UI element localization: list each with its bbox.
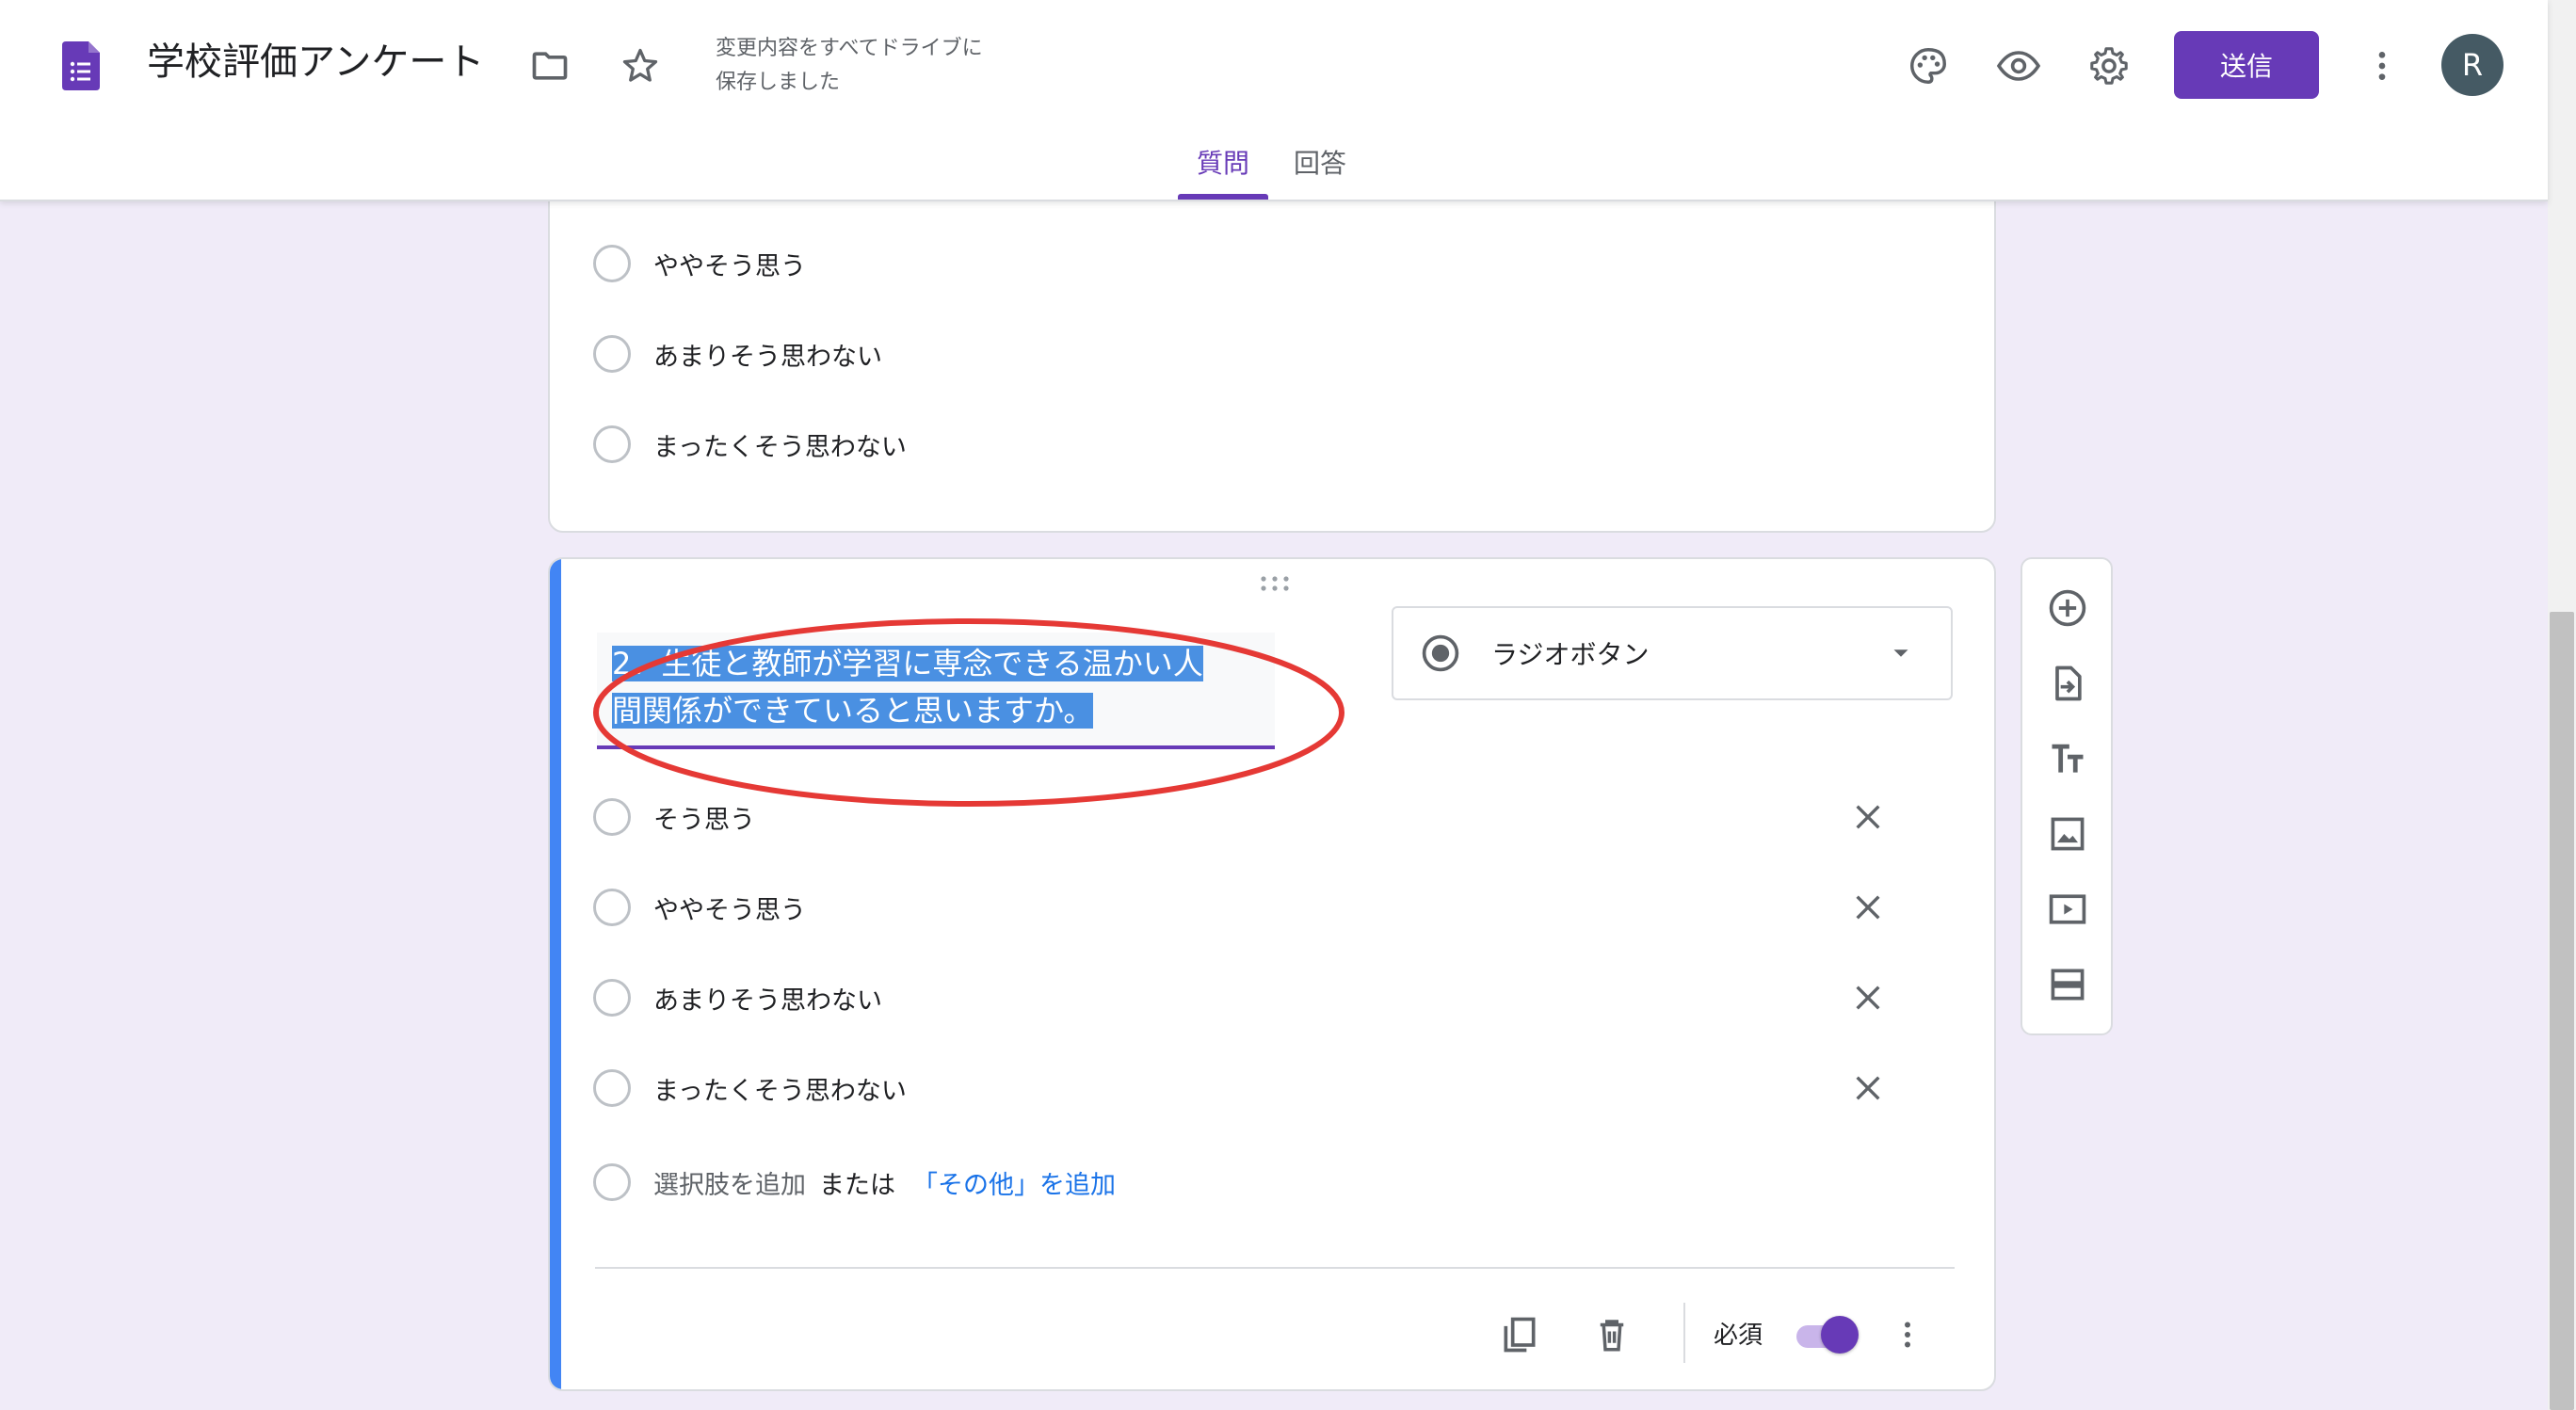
add-option-button[interactable]: 選択肢を追加	[653, 1164, 806, 1201]
add-option-row: 選択肢を追加 または 「その他」を追加	[593, 1162, 1116, 1203]
required-toggle[interactable]	[1791, 1316, 1859, 1354]
toggle-knob	[1821, 1316, 1859, 1354]
option-row: そう思う	[593, 796, 1953, 838]
option-row: ややそう思う	[593, 887, 1953, 928]
palette-icon[interactable]	[1902, 40, 1955, 92]
option-label[interactable]: あまりそう思わない	[653, 980, 882, 1017]
remove-option-icon[interactable]	[1847, 796, 1889, 838]
radio-button	[593, 798, 631, 836]
required-label: 必須	[1714, 1322, 1763, 1350]
star-icon[interactable]	[614, 40, 667, 92]
side-toolbar	[2021, 557, 2113, 1035]
remove-option-icon[interactable]	[1847, 1067, 1889, 1109]
option-label: まったくそう思わない	[653, 432, 907, 462]
active-card-indicator	[550, 559, 561, 1389]
app-header: 学校評価アンケート 変更内容をすべてドライブに 保存しました 送信 R 質問 回…	[0, 0, 2548, 201]
radio-button[interactable]	[593, 245, 631, 282]
option-label: ややそう思う	[653, 251, 806, 281]
title-text-icon[interactable]	[2041, 732, 2094, 785]
option-row: あまりそう思わない	[593, 977, 1953, 1018]
scrollbar-thumb[interactable]	[2550, 612, 2574, 1410]
radio-button[interactable]	[593, 425, 631, 463]
question-type-select[interactable]: ラジオボタン	[1392, 606, 1953, 700]
active-question-card[interactable]: 2．生徒と教師が学習に専念できる温かい人 間関係ができていると思いますか。 ラジ…	[548, 557, 1996, 1391]
radio-button	[593, 1069, 631, 1107]
save-status-line1: 変更内容をすべてドライブに	[716, 37, 983, 60]
option-label[interactable]: まったくそう思わない	[653, 1070, 907, 1107]
radio-button	[593, 1163, 631, 1201]
import-icon[interactable]	[2041, 657, 2094, 710]
send-button[interactable]: 送信	[2174, 31, 2319, 99]
remove-option-icon[interactable]	[1847, 977, 1889, 1018]
tab-indicator	[1178, 194, 1268, 200]
option-row: まったくそう思わない	[593, 424, 907, 465]
option-row: あまりそう思わない	[593, 333, 882, 375]
card-more-icon[interactable]	[1881, 1308, 1934, 1361]
drag-handle-icon[interactable]	[1258, 574, 1292, 593]
folder-icon[interactable]	[523, 40, 576, 92]
radio-button	[593, 889, 631, 926]
option-label[interactable]: そう思う	[653, 799, 755, 836]
question-title-text[interactable]: 2．生徒と教師が学習に専念できる温かい人 間関係ができていると思いますか。	[612, 640, 1252, 734]
or-label: または	[819, 1170, 895, 1200]
section-icon[interactable]	[2041, 958, 2094, 1011]
remove-option-icon[interactable]	[1847, 887, 1889, 928]
tab-questions[interactable]: 質問	[1197, 145, 1249, 183]
duplicate-icon[interactable]	[1493, 1308, 1546, 1361]
radio-button	[593, 979, 631, 1017]
image-icon[interactable]	[2041, 808, 2094, 860]
option-label: あまりそう思わない	[653, 342, 882, 372]
question-title-input[interactable]: 2．生徒と教師が学習に専念できる温かい人 間関係ができていると思いますか。	[593, 618, 1344, 807]
save-status: 変更内容をすべてドライブに 保存しました	[716, 32, 1036, 100]
add-other-link[interactable]: 「その他」を追加	[912, 1164, 1116, 1201]
form-title[interactable]: 学校評価アンケート	[147, 34, 484, 90]
card-divider	[595, 1267, 1955, 1269]
radio-type-icon	[1422, 634, 1459, 672]
option-row: まったくそう思わない	[593, 1067, 1953, 1109]
more-icon[interactable]	[2356, 40, 2408, 92]
question-title-line2: 間関係ができていると思いますか。	[612, 693, 1094, 729]
settings-icon[interactable]	[2083, 40, 2135, 92]
question-type-label: ラジオボタン	[1491, 639, 1650, 670]
preview-icon[interactable]	[1992, 40, 2045, 92]
forms-logo-icon[interactable]	[62, 41, 100, 90]
footer-divider	[1683, 1303, 1685, 1363]
radio-button[interactable]	[593, 335, 631, 373]
add-question-icon[interactable]	[2041, 582, 2094, 634]
tab-responses[interactable]: 回答	[1294, 145, 1346, 183]
avatar[interactable]: R	[2441, 34, 2504, 96]
delete-icon[interactable]	[1586, 1308, 1638, 1361]
option-label[interactable]: ややそう思う	[653, 889, 806, 926]
question-title-line1: 2．生徒と教師が学習に専念できる温かい人	[612, 646, 1203, 681]
video-icon[interactable]	[2041, 883, 2094, 936]
dropdown-arrow-icon	[1893, 649, 1908, 657]
option-row: ややそう思う	[593, 243, 806, 284]
save-status-line2: 保存しました	[716, 71, 841, 94]
